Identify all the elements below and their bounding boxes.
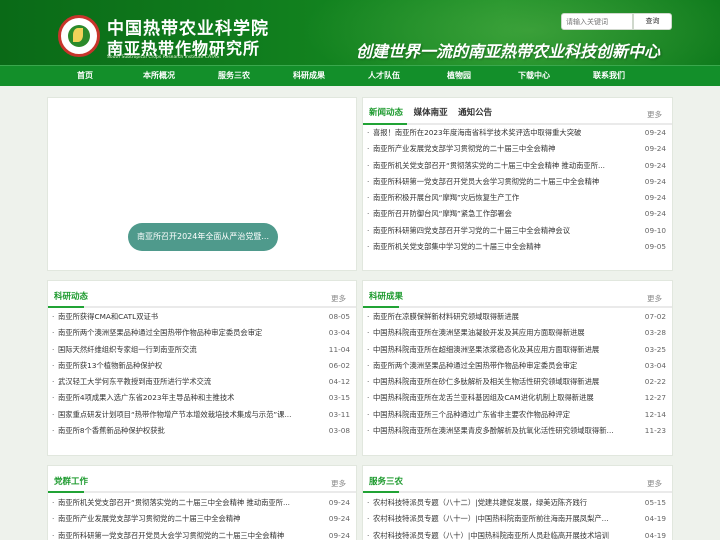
list-item[interactable]: · 南亚所4项成果入选广东省2023年主导品种和主推技术 03-15 bbox=[52, 390, 350, 406]
news-slider[interactable]: 南亚所召开2024年全面从严治党暨... bbox=[47, 97, 357, 271]
leaf-icon bbox=[73, 28, 83, 42]
list-item[interactable]: · 中国热科院南亚所三个品种通过广东省非主要农作物品种评定 12-14 bbox=[367, 407, 666, 423]
slider-caption[interactable]: 南亚所召开2024年全面从严治党暨... bbox=[128, 223, 278, 251]
list-item[interactable]: · 中国热科院南亚所在砂仁多肽解析及相关生物活性研究领域取得新进展 02-22 bbox=[367, 374, 666, 390]
list-item[interactable]: · 南亚所产业发展党支部学习贯彻党的二十届三中全会精神 09-24 bbox=[52, 511, 350, 527]
list-item[interactable]: · 中国热科院南亚所在澳洲坚果油凝胶开发及其应用方面取得新进展 03-28 bbox=[367, 325, 666, 341]
research-news-panel: 科研动态 更多 · 南亚所获得CMA和CATL双证书 08-05 · 南亚所两个澳洲坚… bbox=[47, 280, 357, 456]
list-item[interactable]: · 中国热科院南亚所在超细澳洲坚果浓浆稳态化及其应用方面取得新进展 03-25 bbox=[367, 342, 666, 358]
nav-item-talent[interactable]: 人才队伍 bbox=[368, 66, 400, 86]
search-button[interactable]: 查询 bbox=[633, 13, 672, 30]
research-news-list: · 南亚所获得CMA和CATL双证书 08-05 · 南亚所两个澳洲坚果品种通过全国热… bbox=[52, 309, 350, 439]
news-list: · 喜报！南亚所在2023年度海南省科学技术奖评选中取得重大突破 09-24 · 南亚… bbox=[367, 125, 666, 255]
list-item[interactable]: · 武汉轻工大学何东平教授到南亚所进行学术交流 04-12 bbox=[52, 374, 350, 390]
list-item[interactable]: · 国家重点研发计划项目“热带作物增产节本增效栽培技术集成与示范”课... 03-1… bbox=[52, 407, 350, 423]
panel-underline bbox=[363, 306, 672, 308]
party-work-panel: 党群工作 更多 · 南亚所机关党支部召开“贯彻落实党的二十届三中全会精神 推动南亚… bbox=[47, 465, 357, 540]
rural-service-title[interactable]: 服务三农 bbox=[369, 475, 403, 487]
list-item[interactable]: · 南亚所机关党支部集中学习党的二十届三中全会精神 09-05 bbox=[367, 239, 666, 255]
panel-underline bbox=[48, 306, 356, 308]
site-title-english: South Subtropical Crops Research Institu… bbox=[107, 55, 220, 60]
list-item[interactable]: · 南亚所科研第一党支部召开党员大会学习贯彻党的二十届三中全会精神 09-24 bbox=[367, 174, 666, 190]
site-header: 中国热带农业科学院 南亚热带作物研究所 South Subtropical Cr… bbox=[0, 0, 720, 65]
rural-service-more-link[interactable]: 更多 bbox=[647, 478, 662, 489]
list-item[interactable]: · 国际天然纤维组织专家组一行到南亚所交流 11-04 bbox=[52, 342, 350, 358]
nav-item-about[interactable]: 本所概况 bbox=[143, 66, 175, 86]
list-item[interactable]: · 喜报！南亚所在2023年度海南省科学技术奖评选中取得重大突破 09-24 bbox=[367, 125, 666, 141]
list-item[interactable]: · 农村科技特派员专题（八十一）|中国热科院南亚所前往海南开展凤梨产... 04-1… bbox=[367, 511, 666, 527]
nav-item-botanical-garden[interactable]: 植物园 bbox=[447, 66, 471, 86]
list-item[interactable]: · 南亚所召开防御台风“摩羯”紧急工作部署会 09-24 bbox=[367, 206, 666, 222]
research-results-panel: 科研成果 更多 · 南亚所在凉膜保鲜新材料研究领域取得新进展 07-02 · 中国热科… bbox=[362, 280, 673, 456]
research-results-more-link[interactable]: 更多 bbox=[647, 293, 662, 304]
list-item[interactable]: · 南亚所科研第四党支部召开学习党的二十届三中全会精神会议 09-10 bbox=[367, 223, 666, 239]
list-item[interactable]: · 南亚所获13个植物新品种保护权 06-02 bbox=[52, 358, 350, 374]
rural-service-panel: 服务三农 更多 · 农村科技特派员专题（八十二）|党建共建促发展，绿美迈陈齐践行 0… bbox=[362, 465, 673, 540]
nav-item-rural-service[interactable]: 服务三农 bbox=[218, 66, 250, 86]
list-item[interactable]: · 南亚所产业发展党支部学习贯彻党的二十届三中全会精神 09-24 bbox=[367, 141, 666, 157]
list-item[interactable]: · 南亚所在凉膜保鲜新材料研究领域取得新进展 07-02 bbox=[367, 309, 666, 325]
party-work-more-link[interactable]: 更多 bbox=[331, 478, 346, 489]
list-item[interactable]: · 中国热科院南亚所在澳洲坚果青皮多酚解析及抗氧化活性研究领域取得新进展 11-23 bbox=[367, 423, 666, 439]
nav-item-home[interactable]: 首页 bbox=[77, 66, 93, 86]
research-results-title[interactable]: 科研成果 bbox=[369, 290, 403, 302]
party-work-list: · 南亚所机关党支部召开“贯彻落实党的二十届三中全会精神 推动南亚所... 09-2… bbox=[52, 495, 350, 540]
list-item[interactable]: · 南亚所两个澳洲坚果品种通过全国热带作物品种审定委员会审定 03-04 bbox=[367, 358, 666, 374]
research-news-more-link[interactable]: 更多 bbox=[331, 293, 346, 304]
news-more-link[interactable]: 更多 bbox=[647, 109, 662, 120]
search-input[interactable] bbox=[561, 13, 633, 30]
institute-logo[interactable] bbox=[58, 15, 100, 57]
tab-notices[interactable]: 通知公告 bbox=[458, 106, 492, 118]
list-item[interactable]: · 农村科技特派员专题（八十）|中国热科院南亚所人员赴临高开展技术培训 04-19 bbox=[367, 528, 666, 540]
list-item[interactable]: · 南亚所积极开展台风“摩羯”灾后恢复生产工作 09-24 bbox=[367, 190, 666, 206]
nav-item-research-results[interactable]: 科研成果 bbox=[293, 66, 325, 86]
party-work-title[interactable]: 党群工作 bbox=[54, 475, 88, 487]
list-item[interactable]: · 南亚所机关党支部召开“贯彻落实党的二十届三中全会精神 推动南亚所... 09-2… bbox=[52, 495, 350, 511]
nav-item-downloads[interactable]: 下载中心 bbox=[518, 66, 550, 86]
header-slogan: 创建世界一流的南亚热带农业科技创新中心 bbox=[356, 42, 661, 61]
main-nav: 首页 本所概况 服务三农 科研成果 人才队伍 植物园 下载中心 联系我们 bbox=[0, 65, 720, 86]
news-panel: 新闻动态 媒体南亚 通知公告 更多 · 喜报！南亚所在2023年度海南省科学技术奖… bbox=[362, 97, 673, 271]
list-item[interactable]: · 农村科技特派员专题（八十二）|党建共建促发展，绿美迈陈齐践行 05-15 bbox=[367, 495, 666, 511]
list-item[interactable]: · 南亚所获得CMA和CATL双证书 08-05 bbox=[52, 309, 350, 325]
list-item[interactable]: · 南亚所8个香蕉新品种保护权获批 03-08 bbox=[52, 423, 350, 439]
list-item[interactable]: · 南亚所两个澳洲坚果品种通过全国热带作物品种审定委员会审定 03-04 bbox=[52, 325, 350, 341]
rural-service-list: · 农村科技特派员专题（八十二）|党建共建促发展，绿美迈陈齐践行 05-15 · 农村… bbox=[367, 495, 666, 540]
nav-item-contact[interactable]: 联系我们 bbox=[593, 66, 625, 86]
list-item[interactable]: · 南亚所科研第一党支部召开党员大会学习贯彻党的二十届三中全会精神 09-24 bbox=[52, 528, 350, 540]
list-item[interactable]: · 南亚所机关党支部召开“贯彻落实党的二十届三中全会精神 推动南亚所... 09-2… bbox=[367, 158, 666, 174]
research-news-title[interactable]: 科研动态 bbox=[54, 290, 88, 302]
panel-underline bbox=[48, 491, 356, 493]
news-tabs: 新闻动态 媒体南亚 通知公告 bbox=[369, 106, 500, 120]
tab-media[interactable]: 媒体南亚 bbox=[414, 106, 448, 118]
research-results-list: · 南亚所在凉膜保鲜新材料研究领域取得新进展 07-02 · 中国热科院南亚所在澳洲坚… bbox=[367, 309, 666, 439]
panel-underline bbox=[363, 491, 672, 493]
list-item[interactable]: · 中国热科院南亚所在龙舌兰亚科基因组及CAM进化机制上取得新进展 12-27 bbox=[367, 390, 666, 406]
tab-news[interactable]: 新闻动态 bbox=[369, 106, 403, 118]
